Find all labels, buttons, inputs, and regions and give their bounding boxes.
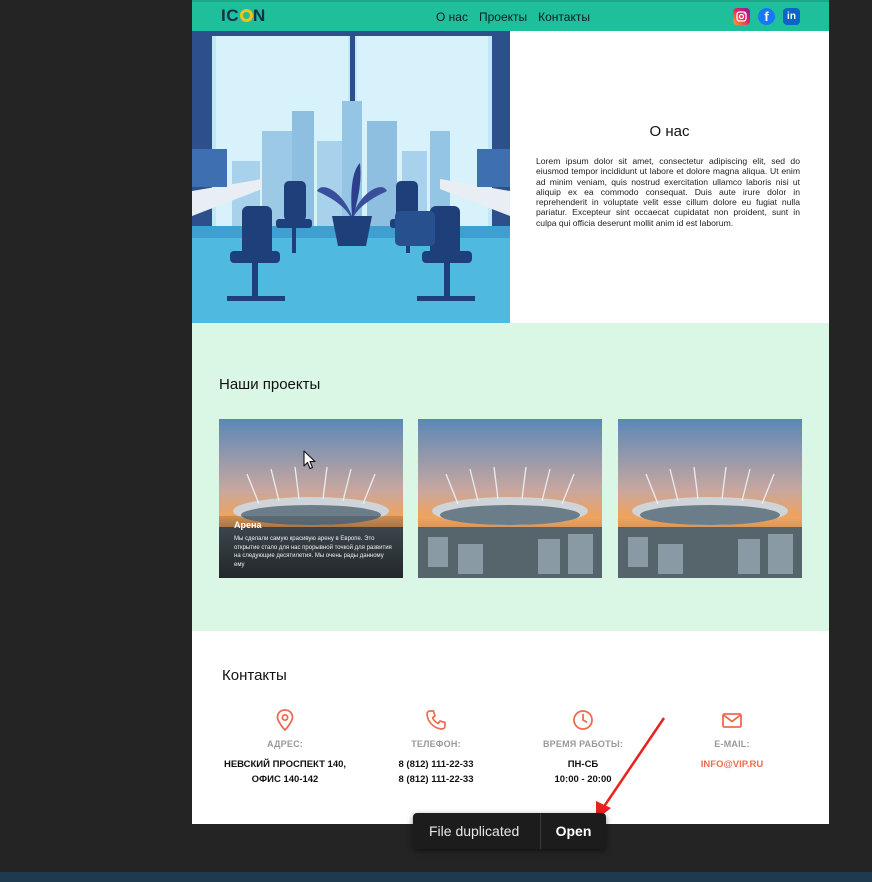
contact-label: ВРЕМЯ РАБОТЫ: [542, 739, 624, 749]
contact-hours: ВРЕМЯ РАБОТЫ: ПН-СБ 10:00 - 20:00 [508, 709, 658, 787]
location-icon [210, 709, 360, 735]
address-line-1: НЕВСКИЙ ПРОСПЕКТ 140, [223, 759, 347, 770]
facebook-icon[interactable]: f [758, 8, 775, 25]
contact-address: АДРЕС: НЕВСКИЙ ПРОСПЕКТ 140, ОФИС 140-14… [210, 709, 360, 787]
project-card[interactable] [418, 419, 602, 578]
clock-icon [508, 709, 658, 735]
taskbar [0, 872, 872, 882]
phone-line-1[interactable]: 8 (812) 111-22-33 [361, 758, 511, 773]
phone-icon [361, 709, 511, 735]
project-card[interactable]: Арена Мы сделали самую красивую арену в … [219, 419, 403, 578]
address-line-2: ОФИС 140-142 [251, 773, 319, 785]
toast-notification: File duplicated Open [413, 813, 606, 849]
contact-label: E-MAIL: [714, 739, 750, 749]
contact-value: ПН-СБ 10:00 - 20:00 [508, 758, 658, 787]
contact-label: АДРЕС: [267, 739, 303, 749]
email-link[interactable]: INFO@VIP.RU [657, 758, 807, 773]
mouse-cursor-icon [303, 450, 316, 470]
card-description: Мы сделали самую красивую арену в Европе… [234, 536, 392, 568]
contacts-title: Контакты [222, 667, 287, 684]
main-nav: О нас Проекты Контакты [436, 10, 590, 24]
phone-line-2[interactable]: 8 (812) 111-22-33 [361, 773, 511, 788]
about-title: О нас [649, 123, 690, 140]
logo[interactable]: IC N [221, 6, 266, 26]
contact-email: E-MAIL: INFO@VIP.RU [657, 709, 807, 773]
site-header: IC N О нас Проекты Контакты f in [192, 0, 829, 31]
office-illustration [192, 31, 510, 323]
social-links: f in [733, 8, 800, 25]
hours-time: 10:00 - 20:00 [554, 773, 612, 785]
nav-link-projects[interactable]: Проекты [479, 10, 527, 24]
linkedin-icon[interactable]: in [783, 8, 800, 25]
nav-link-contacts[interactable]: Контакты [538, 10, 590, 24]
instagram-icon[interactable] [733, 8, 750, 25]
design-canvas[interactable]: IC N О нас Проекты Контакты f in О нас L… [192, 0, 829, 824]
open-button[interactable]: Open [541, 823, 606, 839]
nav-link-about[interactable]: О нас [436, 10, 468, 24]
project-card[interactable] [618, 419, 802, 578]
stadium-photo [618, 419, 802, 578]
card-title: Арена [234, 520, 262, 530]
about-text: Lorem ipsum dolor sit amet, consectetur … [536, 156, 800, 228]
projects-title: Наши проекты [219, 376, 321, 393]
stadium-photo [418, 419, 602, 578]
mail-icon [657, 709, 807, 735]
hours-days: ПН-СБ [567, 759, 599, 770]
contact-value: 8 (812) 111-22-33 8 (812) 111-22-33 [361, 758, 511, 787]
contact-label: ТЕЛЕФОН: [411, 739, 461, 749]
contact-value: НЕВСКИЙ ПРОСПЕКТ 140, ОФИС 140-142 [210, 758, 360, 787]
projects-section: Наши проекты Арена Мы сделали самую крас… [192, 323, 829, 631]
toast-message: File duplicated [429, 823, 520, 839]
contact-phone: ТЕЛЕФОН: 8 (812) 111-22-33 8 (812) 111-2… [361, 709, 511, 787]
